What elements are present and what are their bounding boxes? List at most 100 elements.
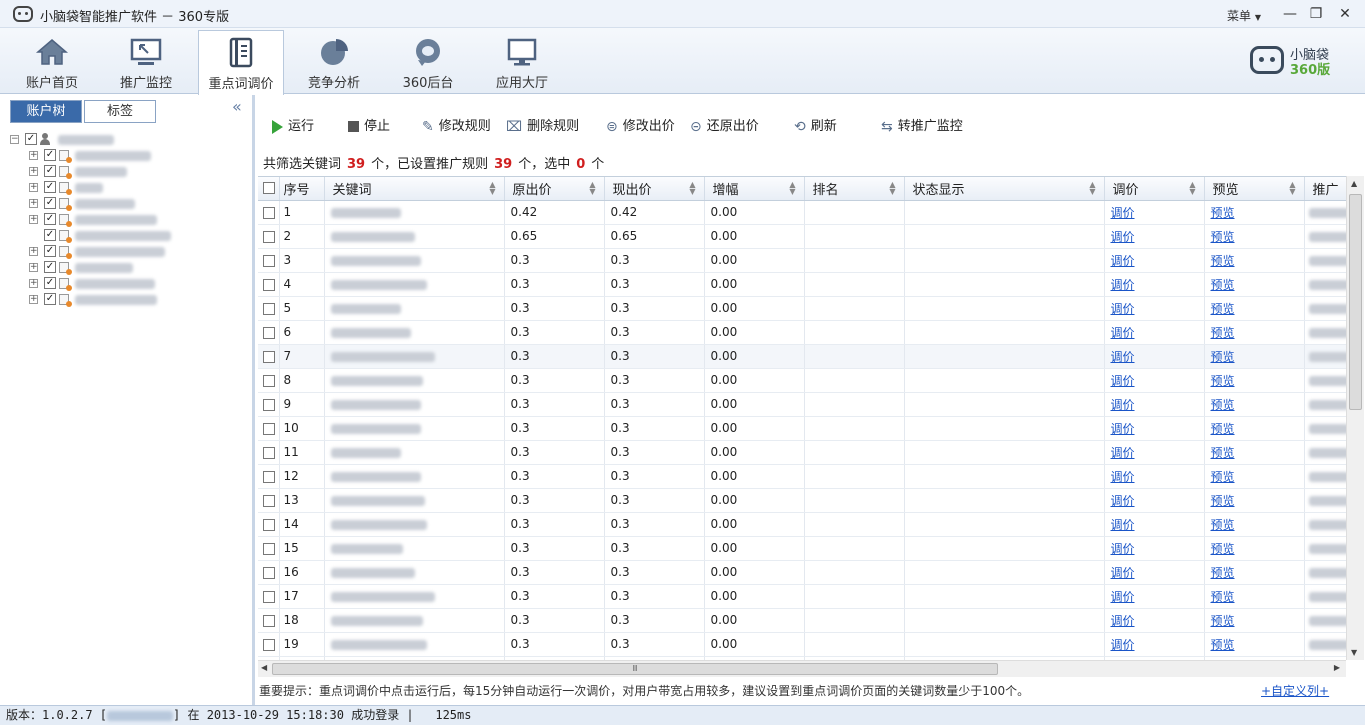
tree-item[interactable]: + ✓ [8, 260, 248, 276]
table-row[interactable]: 2 0.65 0.65 0.00 调价 预览 [258, 224, 1346, 249]
to-monitor-button[interactable]: ⇆ 转推广监控 [881, 115, 963, 135]
expand-icon[interactable]: + [29, 199, 38, 208]
row-checkbox[interactable] [263, 254, 275, 267]
tree-checkbox[interactable]: ✓ [44, 293, 56, 305]
preview-link[interactable]: 预览 [1204, 560, 1305, 585]
tree-item[interactable]: + ✓ [8, 212, 248, 228]
tree-checkbox[interactable]: ✓ [25, 133, 37, 145]
tree-checkbox[interactable]: ✓ [44, 261, 56, 273]
preview-link[interactable]: 预览 [1204, 248, 1305, 273]
preview-link[interactable]: 预览 [1204, 536, 1305, 561]
tree-item[interactable]: + ✓ [8, 292, 248, 308]
tree-root-node[interactable]: − ✓ [8, 132, 248, 148]
adjust-bid-link[interactable]: 调价 [1104, 200, 1205, 225]
delete-rule-button[interactable]: ⌧ 删除规则 [506, 115, 579, 135]
adjust-bid-link[interactable]: 调价 [1104, 536, 1205, 561]
minimize-button[interactable]: — [1278, 4, 1302, 24]
tab-tags[interactable]: 标签 [84, 100, 156, 123]
adjust-bid-link[interactable]: 调价 [1104, 368, 1205, 393]
adjust-bid-link[interactable]: 调价 [1104, 344, 1205, 369]
preview-link[interactable]: 预览 [1204, 440, 1305, 465]
table-row[interactable]: 3 0.3 0.3 0.00 调价 预览 [258, 248, 1346, 273]
horizontal-scrollbar[interactable]: ◀ Ⅲ ▶ [258, 660, 1346, 677]
edit-rule-button[interactable]: ✎ 修改规则 [422, 115, 491, 135]
row-checkbox[interactable] [263, 350, 275, 363]
tree-item[interactable]: ✓ [8, 228, 248, 244]
col-header-status[interactable]: 状态显示 ▲ ▼ [904, 177, 1105, 201]
table-row[interactable]: 10 0.3 0.3 0.00 调价 预览 [258, 416, 1346, 441]
scroll-right-icon[interactable]: ▶ [1334, 663, 1340, 672]
table-row[interactable]: 5 0.3 0.3 0.00 调价 预览 [258, 296, 1346, 321]
tree-item[interactable]: + ✓ [8, 276, 248, 292]
adjust-bid-link[interactable]: 调价 [1104, 632, 1205, 657]
collapse-icon[interactable]: − [10, 135, 19, 144]
adjust-bid-link[interactable]: 调价 [1104, 608, 1205, 633]
adjust-bid-link[interactable]: 调价 [1104, 296, 1205, 321]
col-header-current-bid[interactable]: 现出价 ▲ ▼ [604, 177, 705, 201]
tab-competition-analysis[interactable]: 竞争分析 [291, 30, 377, 94]
adjust-bid-link[interactable]: 调价 [1104, 560, 1205, 585]
col-header-preview[interactable]: 预览 ▲ ▼ [1204, 177, 1305, 201]
tree-item[interactable]: + ✓ [8, 244, 248, 260]
preview-link[interactable]: 预览 [1204, 416, 1305, 441]
preview-link[interactable]: 预览 [1204, 464, 1305, 489]
row-checkbox[interactable] [263, 638, 275, 651]
preview-link[interactable]: 预览 [1204, 584, 1305, 609]
row-checkbox[interactable] [263, 542, 275, 555]
adjust-bid-link[interactable]: 调价 [1104, 416, 1205, 441]
adjust-bid-link[interactable]: 调价 [1104, 584, 1205, 609]
tree-checkbox[interactable]: ✓ [44, 245, 56, 257]
table-row[interactable]: 15 0.3 0.3 0.00 调价 预览 [258, 536, 1346, 561]
tree-checkbox[interactable]: ✓ [44, 181, 56, 193]
col-header-keyword[interactable]: 关键词 ▲ ▼ [324, 177, 505, 201]
preview-link[interactable]: 预览 [1204, 224, 1305, 249]
adjust-bid-link[interactable]: 调价 [1104, 392, 1205, 417]
restore-bid-button[interactable]: ⊝ 还原出价 [690, 115, 759, 135]
edit-bid-button[interactable]: ⊜ 修改出价 [606, 115, 675, 135]
close-button[interactable]: ✕ [1333, 4, 1357, 24]
expand-icon[interactable]: + [29, 247, 38, 256]
row-checkbox[interactable] [263, 302, 275, 315]
row-checkbox[interactable] [263, 398, 275, 411]
adjust-bid-link[interactable]: 调价 [1104, 224, 1205, 249]
adjust-bid-link[interactable]: 调价 [1104, 512, 1205, 537]
tree-checkbox[interactable]: ✓ [44, 213, 56, 225]
tree-item[interactable]: + ✓ [8, 148, 248, 164]
row-checkbox[interactable] [263, 494, 275, 507]
expand-icon[interactable]: + [29, 167, 38, 176]
tree-item[interactable]: + ✓ [8, 180, 248, 196]
row-checkbox[interactable] [263, 470, 275, 483]
refresh-button[interactable]: ⟲ 刷新 [794, 115, 837, 135]
row-checkbox[interactable] [263, 446, 275, 459]
preview-link[interactable]: 预览 [1204, 488, 1305, 513]
row-checkbox[interactable] [263, 230, 275, 243]
table-row[interactable]: 8 0.3 0.3 0.00 调价 预览 [258, 368, 1346, 393]
col-header-adjust[interactable]: 调价 ▲ ▼ [1104, 177, 1205, 201]
col-header-increase[interactable]: 增幅 ▲ ▼ [704, 177, 805, 201]
preview-link[interactable]: 预览 [1204, 320, 1305, 345]
preview-link[interactable]: 预览 [1204, 632, 1305, 657]
tab-360-backend[interactable]: 360后台 [385, 30, 471, 94]
run-button[interactable]: 运行 [272, 115, 314, 134]
adjust-bid-link[interactable]: 调价 [1104, 248, 1205, 273]
restore-button[interactable]: ❐ [1304, 4, 1328, 24]
table-row[interactable]: 7 0.3 0.3 0.00 调价 预览 [258, 344, 1346, 369]
row-checkbox[interactable] [263, 614, 275, 627]
row-checkbox[interactable] [263, 326, 275, 339]
row-checkbox[interactable] [263, 422, 275, 435]
tree-item[interactable]: + ✓ [8, 164, 248, 180]
adjust-bid-link[interactable]: 调价 [1104, 320, 1205, 345]
tab-promotion-monitor[interactable]: 推广监控 [103, 30, 189, 94]
expand-icon[interactable]: + [29, 215, 38, 224]
tree-checkbox[interactable]: ✓ [44, 197, 56, 209]
adjust-bid-link[interactable]: 调价 [1104, 440, 1205, 465]
table-row[interactable]: 12 0.3 0.3 0.00 调价 预览 [258, 464, 1346, 489]
preview-link[interactable]: 预览 [1204, 296, 1305, 321]
table-row[interactable]: 13 0.3 0.3 0.00 调价 预览 [258, 488, 1346, 513]
vertical-scroll-thumb[interactable] [1349, 194, 1362, 410]
preview-link[interactable]: 预览 [1204, 344, 1305, 369]
expand-icon[interactable]: + [29, 183, 38, 192]
table-row[interactable]: 9 0.3 0.3 0.00 调价 预览 [258, 392, 1346, 417]
menu-button[interactable]: 菜单 ▼ [1227, 7, 1261, 24]
tab-app-hall[interactable]: 应用大厅 [479, 30, 565, 94]
